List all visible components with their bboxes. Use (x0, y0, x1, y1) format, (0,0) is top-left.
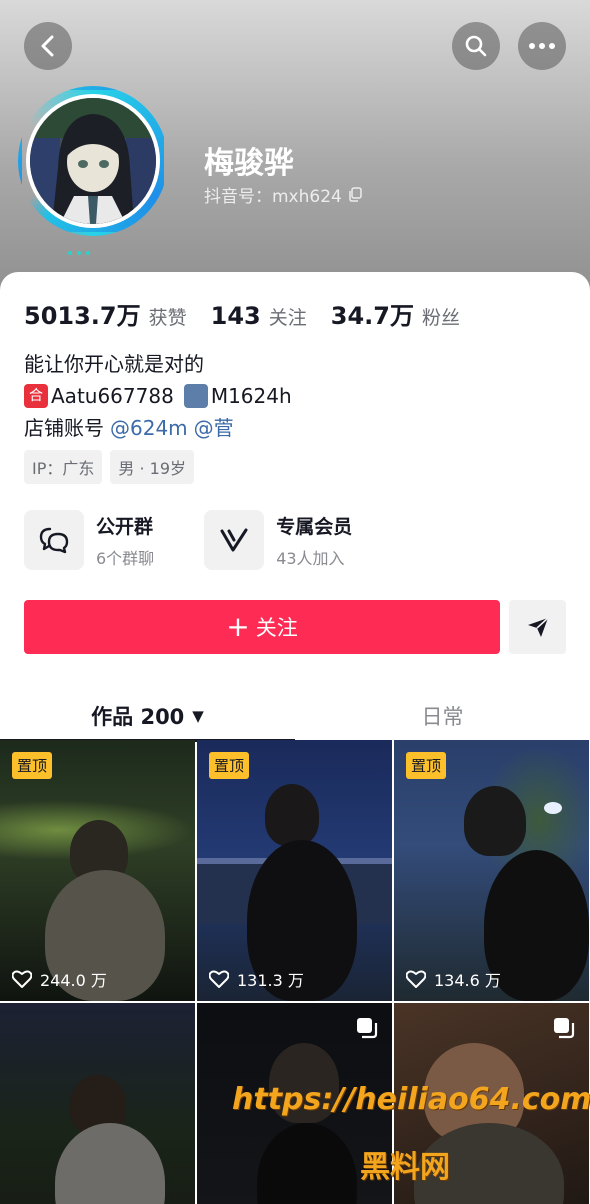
multi-photo-icon (357, 1018, 378, 1039)
avatar-illustration (30, 98, 156, 224)
bio-line-1: 能让你开心就是对的 (24, 352, 204, 376)
public-group-title: 公开群 (96, 515, 154, 538)
like-count: 134.6 万 (406, 967, 501, 991)
plus-icon: + (226, 610, 250, 643)
public-group-entry[interactable]: 公开群 6个群聊 (24, 510, 154, 570)
red-square-emoji-icon: 合 (24, 384, 48, 408)
username: 梅骏骅 (204, 146, 294, 181)
group-chat-icon (39, 527, 69, 554)
suit-emoji-icon (183, 384, 208, 408)
watermark-name: 黑料网 (360, 1150, 450, 1185)
video-tile[interactable]: 置顶 134.6 万 (394, 740, 589, 1001)
features-row: 公开群 6个群聊 专属会员 43人加入 (24, 510, 402, 570)
bio-wechat-id: Aatu667788 (51, 384, 174, 408)
search-button[interactable] (452, 22, 500, 70)
stat-following[interactable]: 143 关注 (211, 302, 307, 330)
more-button[interactable] (518, 22, 566, 70)
tab-daily-label: 日常 (421, 705, 464, 729)
like-count-text: 131.3 万 (237, 971, 304, 990)
bio-second-id: M1624h (210, 384, 292, 408)
pinned-badge: 置顶 (406, 752, 447, 779)
send-arrow-icon (527, 617, 549, 637)
follow-button-label: 关注 (255, 616, 298, 640)
back-arrow-icon (41, 35, 54, 57)
avatar (30, 98, 156, 224)
tab-works-label: 作品 200 (91, 705, 185, 729)
video-tile[interactable]: 置顶 244.0 万 (0, 740, 195, 1001)
share-button[interactable] (509, 600, 566, 654)
pinned-badge: 置顶 (12, 752, 53, 779)
heart-icon (406, 970, 426, 988)
bio-line-3: 店铺账号 @624m @菅 (24, 412, 292, 444)
caret-down-icon: ▼ (192, 707, 204, 725)
stat-following-value: 143 (210, 302, 261, 330)
multi-photo-icon (554, 1018, 575, 1039)
like-count: 244.0 万 (12, 967, 107, 991)
vip-icon (220, 528, 248, 552)
stat-likes[interactable]: 5013.7万 获赞 (24, 296, 187, 331)
follow-button[interactable]: + 关注 (24, 600, 500, 654)
bio-line-2: 合 Aatu667788 M1624h (24, 380, 292, 412)
heart-icon (12, 970, 32, 988)
pinned-badge: 置顶 (209, 752, 250, 779)
douyin-id-text: 抖音号：mxh624 (204, 187, 342, 207)
copy-icon[interactable] (348, 187, 363, 202)
profile-header: 梅骏骅 抖音号：mxh624 (0, 0, 590, 300)
search-icon (465, 35, 487, 57)
stat-followers[interactable]: 34.7万 粉丝 (331, 296, 460, 331)
bio-link-624m[interactable]: @624m (110, 412, 188, 444)
vip-member-sub: 43人加入 (276, 548, 345, 568)
watermark-url: https://heiliao64.com (232, 1082, 590, 1117)
heart-icon (209, 970, 229, 988)
bio: 能让你开心就是对的 合 Aatu667788 M1624h 店铺账号 @624m… (24, 348, 292, 444)
bio-shop-label: 店铺账号 (24, 416, 104, 440)
public-group-sub: 6个群聊 (96, 548, 155, 568)
like-count: 131.3 万 (209, 967, 304, 991)
tag-gender-age: 男 · 19岁 (110, 450, 194, 484)
tag-ip: IP：广东 (24, 450, 103, 484)
vip-member-entry[interactable]: 专属会员 43人加入 (204, 510, 352, 570)
video-tile[interactable] (0, 1003, 195, 1204)
like-count-text: 244.0 万 (40, 971, 107, 990)
video-tile[interactable]: 置顶 131.3 万 (197, 740, 392, 1001)
ring-dots (68, 240, 98, 255)
stat-following-label: 关注 (268, 307, 307, 329)
more-dots-icon (529, 43, 555, 49)
like-count-text: 134.6 万 (434, 971, 501, 990)
stat-followers-value: 34.7万 (330, 302, 414, 330)
content-tabs: 作品 200 ▼ 日常 (0, 690, 590, 742)
bio-link-second[interactable]: @菅 (194, 412, 234, 444)
stats-row: 5013.7万 获赞 143 关注 34.7万 粉丝 (24, 296, 484, 331)
tab-works[interactable]: 作品 200 ▼ (0, 690, 295, 742)
stat-followers-label: 粉丝 (421, 307, 460, 329)
tab-daily[interactable]: 日常 (295, 690, 590, 742)
stat-likes-label: 获赞 (148, 307, 187, 329)
tags-row: IP：广东 男 · 19岁 (24, 450, 202, 484)
douyin-id[interactable]: 抖音号：mxh624 (204, 182, 363, 207)
vip-member-title: 专属会员 (276, 515, 353, 538)
back-button[interactable] (24, 22, 72, 70)
avatar-ring[interactable] (18, 86, 168, 236)
stat-likes-value: 5013.7万 (24, 302, 141, 330)
